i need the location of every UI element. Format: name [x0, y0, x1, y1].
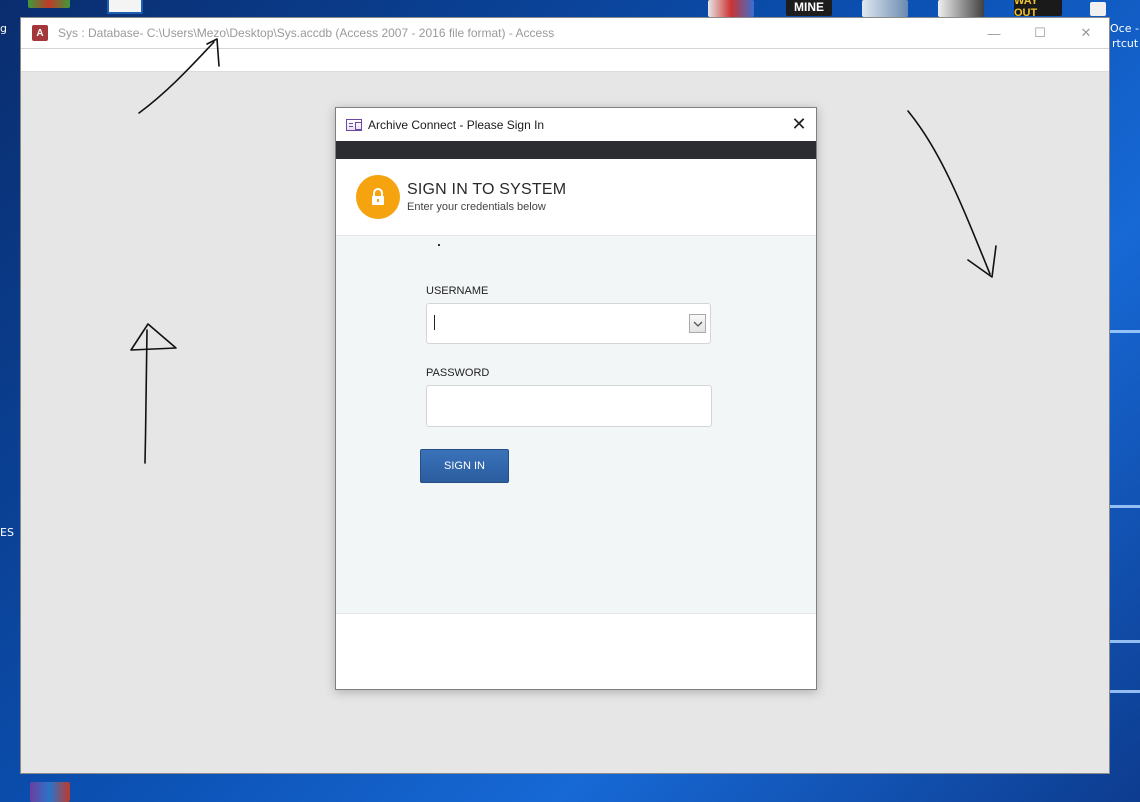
desktop-icon-editor[interactable]	[107, 0, 143, 14]
desktop-icon-archive[interactable]	[28, 0, 70, 8]
access-window: A Sys : Database- C:\Users\Mezo\Desktop\…	[20, 17, 1110, 774]
desktop-label-right-1: Oce -	[1110, 22, 1139, 35]
desktop-label-left-1: g	[0, 22, 7, 35]
form-icon	[346, 118, 362, 131]
window-controls: — ☐ ✕	[971, 18, 1109, 48]
window-title: Sys : Database- C:\Users\Mezo\Desktop\Sy…	[58, 26, 555, 40]
signin-form: USERNAME PASSWORD SIGN IN	[336, 236, 816, 614]
stray-dot	[438, 244, 440, 246]
desktop-icon-archive-bottom[interactable]	[30, 782, 70, 802]
access-titlebar[interactable]: A Sys : Database- C:\Users\Mezo\Desktop\…	[21, 18, 1109, 49]
chevron-down-icon	[693, 321, 702, 327]
dialog-close-button[interactable]: ✕	[782, 114, 816, 135]
ribbon-strip	[21, 49, 1109, 72]
desktop-label-left-2: ES	[0, 526, 14, 539]
username-combobox[interactable]	[426, 303, 711, 344]
header-dark-bar	[336, 141, 816, 159]
dialog-titlebar[interactable]: Archive Connect - Please Sign In ✕	[336, 108, 816, 141]
desktop-icon-shortcut-1[interactable]	[708, 0, 754, 17]
desktop-label-right-2: rtcut	[1112, 37, 1139, 50]
desktop-icon-shortcut-3[interactable]	[938, 0, 984, 17]
desktop-icon-way-out[interactable]: WAY OUT	[1014, 0, 1062, 19]
desktop-icon-shortcut-2[interactable]	[862, 0, 908, 17]
signin-heading: SIGN IN TO SYSTEM	[407, 181, 567, 198]
signin-subheading: Enter your credentials below	[407, 201, 546, 213]
signin-dialog: Archive Connect - Please Sign In ✕ SIGN …	[335, 107, 817, 690]
minimize-button[interactable]: —	[971, 18, 1017, 48]
lock-icon	[372, 188, 384, 205]
signin-button[interactable]: SIGN IN	[420, 449, 509, 483]
maximize-button[interactable]: ☐	[1017, 18, 1063, 48]
desktop-icon-mine[interactable]: MINE	[786, 0, 832, 16]
text-caret	[434, 315, 435, 330]
username-dropdown-button[interactable]	[689, 314, 706, 333]
lock-badge	[356, 175, 400, 219]
password-field[interactable]	[426, 385, 712, 427]
access-app-icon[interactable]: A	[32, 25, 48, 41]
desktop-icon-shortcut-4[interactable]	[1090, 2, 1106, 16]
password-label: PASSWORD	[426, 367, 490, 379]
close-button[interactable]: ✕	[1063, 18, 1109, 48]
signin-header: SIGN IN TO SYSTEM Enter your credentials…	[336, 159, 816, 236]
username-label: USERNAME	[426, 285, 489, 297]
dialog-title: Archive Connect - Please Sign In	[368, 117, 545, 132]
